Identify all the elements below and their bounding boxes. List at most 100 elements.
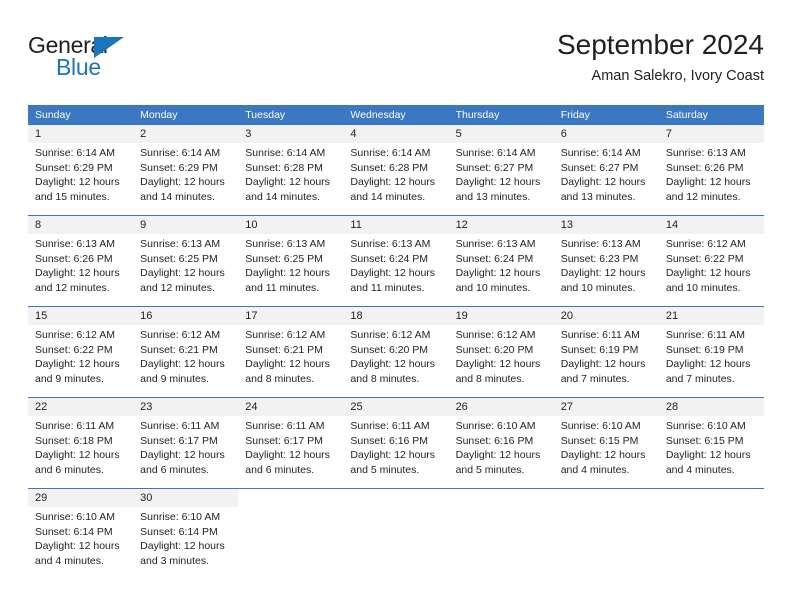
day-detail-cell[interactable]: Sunrise: 6:14 AM Sunset: 6:28 PM Daylight:… <box>343 143 449 216</box>
day-detail-cell[interactable]: Sunrise: 6:14 AM Sunset: 6:29 PM Daylight:… <box>133 143 239 216</box>
day-sun-info: Sunrise: 6:14 AM Sunset: 6:29 PM Daylight:… <box>28 143 133 204</box>
day-number-cell[interactable]: 20 <box>553 306 659 325</box>
day-number-cell[interactable]: 26 <box>448 397 554 416</box>
day-detail-cell[interactable]: Sunrise: 6:13 AM Sunset: 6:24 PM Daylight:… <box>343 234 449 307</box>
day-number-cell[interactable]: 29 <box>28 488 134 507</box>
day-number: 8 <box>35 219 42 231</box>
day-detail-cell[interactable]: Sunrise: 6:13 AM Sunset: 6:23 PM Daylight:… <box>553 234 659 307</box>
general-blue-logo[interactable]: General Blue <box>28 32 158 84</box>
day-detail-cell[interactable]: Sunrise: 6:11 AM Sunset: 6:18 PM Daylight:… <box>28 416 134 489</box>
daylight-text-line2: and 3 minutes. <box>140 554 210 567</box>
day-detail-cell[interactable]: Sunrise: 6:12 AM Sunset: 6:22 PM Daylight:… <box>28 325 134 398</box>
day-detail-cell[interactable]: Sunrise: 6:11 AM Sunset: 6:19 PM Daylight:… <box>658 325 764 398</box>
day-detail-cell[interactable]: Sunrise: 6:13 AM Sunset: 6:26 PM Daylight:… <box>28 234 134 307</box>
day-number-cell[interactable]: 4 <box>343 125 449 143</box>
day-number: 14 <box>665 219 679 231</box>
day-detail-cell[interactable]: Sunrise: 6:14 AM Sunset: 6:27 PM Daylight:… <box>553 143 659 216</box>
day-detail-cell[interactable]: Sunrise: 6:14 AM Sunset: 6:27 PM Daylight:… <box>448 143 554 216</box>
day-number-cell[interactable]: 11 <box>343 215 449 234</box>
day-number-cell[interactable]: 15 <box>28 306 134 325</box>
day-number-cell[interactable]: 2 <box>133 125 239 143</box>
sunset-text: Sunset: 6:15 PM <box>665 434 744 447</box>
day-number-cell[interactable]: 25 <box>343 397 449 416</box>
day-number-cell[interactable]: 19 <box>448 306 554 325</box>
sunset-text: Sunset: 6:19 PM <box>665 343 744 356</box>
sunrise-text: Sunrise: 6:11 AM <box>560 329 640 341</box>
day-sun-info: Sunrise: 6:14 AM Sunset: 6:27 PM Daylight:… <box>449 143 554 204</box>
day-number-cell[interactable]: 16 <box>133 306 239 325</box>
weekday-header-wednesday: Wednesday <box>343 105 449 125</box>
day-sun-info: Sunrise: 6:11 AM Sunset: 6:16 PM Daylight:… <box>343 416 448 477</box>
day-detail-cell[interactable]: Sunrise: 6:10 AM Sunset: 6:14 PM Daylight:… <box>28 507 134 579</box>
day-number-cell[interactable]: 22 <box>28 397 134 416</box>
calendar-cell-empty <box>658 507 764 579</box>
daylight-text-line2: and 13 minutes. <box>560 190 636 203</box>
day-sun-info: Sunrise: 6:13 AM Sunset: 6:24 PM Daylight:… <box>343 234 448 295</box>
day-detail-cell[interactable]: Sunrise: 6:12 AM Sunset: 6:21 PM Daylight:… <box>238 325 344 398</box>
day-number-cell[interactable]: 10 <box>238 215 344 234</box>
day-number-cell[interactable]: 30 <box>133 488 239 507</box>
day-number-cell[interactable]: 3 <box>238 125 344 143</box>
day-detail-cell[interactable]: Sunrise: 6:12 AM Sunset: 6:20 PM Daylight:… <box>343 325 449 398</box>
day-detail-cell[interactable]: Sunrise: 6:10 AM Sunset: 6:15 PM Daylight:… <box>553 416 659 489</box>
day-detail-cell[interactable]: Sunrise: 6:14 AM Sunset: 6:29 PM Daylight:… <box>28 143 134 216</box>
daylight-text-line1: Daylight: 12 hours <box>560 267 646 279</box>
day-detail-cell[interactable]: Sunrise: 6:10 AM Sunset: 6:16 PM Daylight:… <box>448 416 554 489</box>
day-detail-cell[interactable]: Sunrise: 6:14 AM Sunset: 6:28 PM Daylight:… <box>238 143 344 216</box>
daylight-text-line1: Daylight: 12 hours <box>455 176 541 188</box>
sunrise-text: Sunrise: 6:12 AM <box>665 238 746 250</box>
day-detail-cell[interactable]: Sunrise: 6:13 AM Sunset: 6:25 PM Daylight:… <box>238 234 344 307</box>
daylight-text-line1: Daylight: 12 hours <box>560 449 646 461</box>
day-detail-cell[interactable]: Sunrise: 6:11 AM Sunset: 6:16 PM Daylight:… <box>343 416 449 489</box>
day-number-cell[interactable]: 28 <box>658 397 764 416</box>
day-number: 15 <box>35 310 48 322</box>
day-number-cell[interactable]: 14 <box>658 215 764 234</box>
day-number-cell[interactable]: 5 <box>448 125 554 143</box>
sunset-text: Sunset: 6:22 PM <box>665 252 744 265</box>
day-number-cell[interactable]: 27 <box>553 397 659 416</box>
daylight-text-line2: and 6 minutes. <box>245 463 315 476</box>
day-detail-cell[interactable]: Sunrise: 6:13 AM Sunset: 6:25 PM Daylight:… <box>133 234 239 307</box>
sunrise-text: Sunrise: 6:14 AM <box>35 147 115 159</box>
day-number-cell[interactable]: 24 <box>238 397 344 416</box>
day-number-cell[interactable]: 8 <box>28 215 134 234</box>
week-detail-row: Sunrise: 6:12 AM Sunset: 6:22 PM Daylight:… <box>28 325 764 398</box>
day-detail-cell[interactable]: Sunrise: 6:11 AM Sunset: 6:17 PM Daylight:… <box>238 416 344 489</box>
day-sun-info: Sunrise: 6:10 AM Sunset: 6:14 PM Daylight:… <box>28 507 133 568</box>
day-detail-cell[interactable]: Sunrise: 6:11 AM Sunset: 6:19 PM Daylight:… <box>553 325 659 398</box>
day-number-cell[interactable]: 9 <box>133 215 239 234</box>
sunrise-text: Sunrise: 6:13 AM <box>245 238 326 250</box>
daylight-text-line1: Daylight: 12 hours <box>350 176 436 188</box>
day-number-cell[interactable]: 7 <box>658 125 764 143</box>
day-detail-cell[interactable]: Sunrise: 6:13 AM Sunset: 6:24 PM Daylight:… <box>448 234 554 307</box>
logo-text-blue: Blue <box>56 54 101 80</box>
week-detail-row: Sunrise: 6:13 AM Sunset: 6:26 PM Daylight:… <box>28 234 764 307</box>
day-number: 23 <box>140 401 153 413</box>
day-number-cell[interactable]: 12 <box>448 215 554 234</box>
day-number-cell[interactable]: 1 <box>28 125 134 143</box>
day-detail-cell[interactable]: Sunrise: 6:10 AM Sunset: 6:14 PM Daylight:… <box>133 507 239 579</box>
sunset-text: Sunset: 6:24 PM <box>350 252 429 265</box>
daylight-text-line1: Daylight: 12 hours <box>350 358 436 370</box>
daylight-text-line1: Daylight: 12 hours <box>665 449 751 461</box>
day-number: 19 <box>455 310 468 322</box>
week-daynumber-row: 15 16 17 18 19 20 21 <box>28 306 764 325</box>
daylight-text-line1: Daylight: 12 hours <box>455 267 541 279</box>
daylight-text-line2: and 4 minutes. <box>665 463 735 476</box>
day-number-cell[interactable]: 17 <box>238 306 344 325</box>
daylight-text-line1: Daylight: 12 hours <box>455 449 541 461</box>
day-detail-cell[interactable]: Sunrise: 6:12 AM Sunset: 6:22 PM Daylight:… <box>658 234 764 307</box>
day-number-cell[interactable]: 6 <box>553 125 659 143</box>
day-number-cell[interactable]: 21 <box>658 306 764 325</box>
day-sun-info: Sunrise: 6:14 AM Sunset: 6:28 PM Daylight:… <box>238 143 343 204</box>
day-number-cell[interactable]: 23 <box>133 397 239 416</box>
day-detail-cell[interactable]: Sunrise: 6:11 AM Sunset: 6:17 PM Daylight:… <box>133 416 239 489</box>
day-number-cell[interactable]: 18 <box>343 306 449 325</box>
day-detail-cell[interactable]: Sunrise: 6:12 AM Sunset: 6:21 PM Daylight:… <box>133 325 239 398</box>
day-number-cell[interactable]: 13 <box>553 215 659 234</box>
day-detail-cell[interactable]: Sunrise: 6:10 AM Sunset: 6:15 PM Daylight:… <box>658 416 764 489</box>
week-daynumber-row: 8 9 10 11 12 13 14 <box>28 215 764 234</box>
day-detail-cell[interactable]: Sunrise: 6:13 AM Sunset: 6:26 PM Daylight:… <box>658 143 764 216</box>
sunrise-text: Sunrise: 6:14 AM <box>140 147 221 159</box>
day-detail-cell[interactable]: Sunrise: 6:12 AM Sunset: 6:20 PM Daylight:… <box>448 325 554 398</box>
